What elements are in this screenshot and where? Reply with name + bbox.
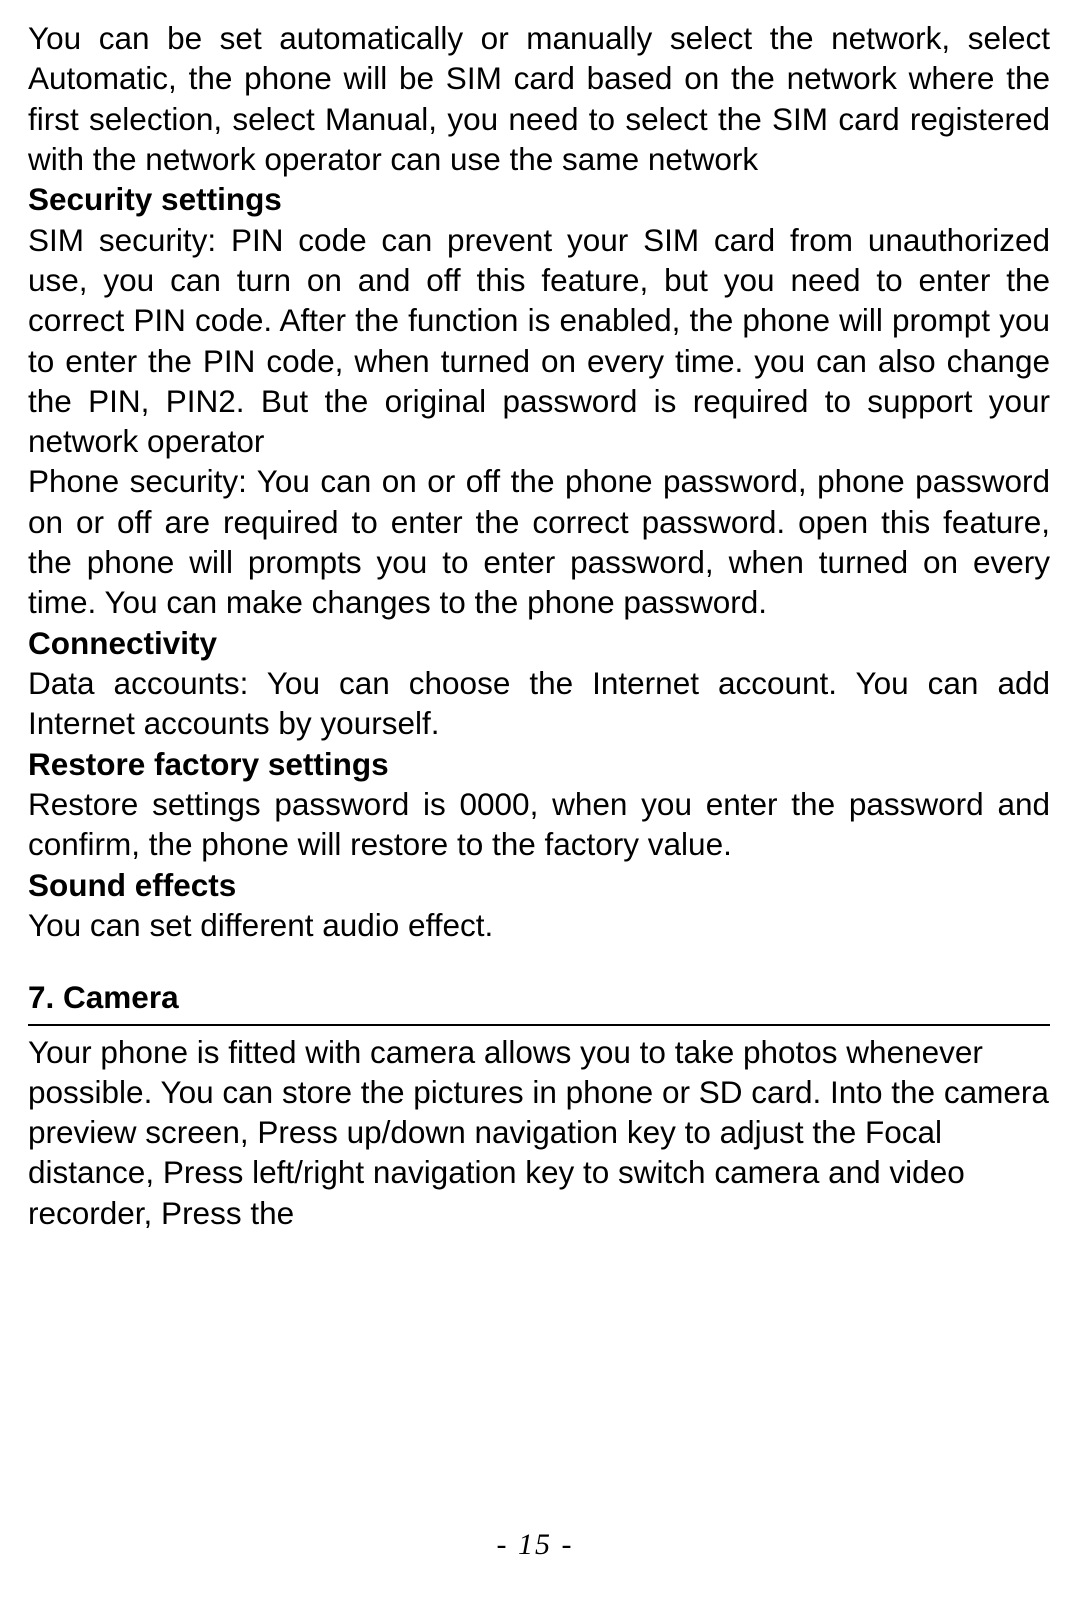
- section-heading-camera: 7. Camera: [28, 977, 1050, 1025]
- paragraph-restore: Restore settings password is 0000, when …: [28, 784, 1050, 865]
- paragraph-network: You can be set automatically or manually…: [28, 18, 1050, 179]
- document-content: You can be set automatically or manually…: [28, 18, 1050, 1233]
- heading-connectivity: Connectivity: [28, 623, 1050, 663]
- paragraph-camera-intro: Your phone is fitted with camera allows …: [28, 1032, 1050, 1234]
- paragraph-sim-security: SIM security: PIN code can prevent your …: [28, 220, 1050, 462]
- heading-sound-effects: Sound effects: [28, 865, 1050, 905]
- page-number: - 15 -: [0, 1528, 1070, 1562]
- paragraph-phone-security: Phone security: You can on or off the ph…: [28, 461, 1050, 622]
- heading-restore-factory: Restore factory settings: [28, 744, 1050, 784]
- paragraph-data-accounts: Data accounts: You can choose the Intern…: [28, 663, 1050, 744]
- heading-security-settings: Security settings: [28, 179, 1050, 219]
- paragraph-sound: You can set different audio effect.: [28, 905, 1050, 945]
